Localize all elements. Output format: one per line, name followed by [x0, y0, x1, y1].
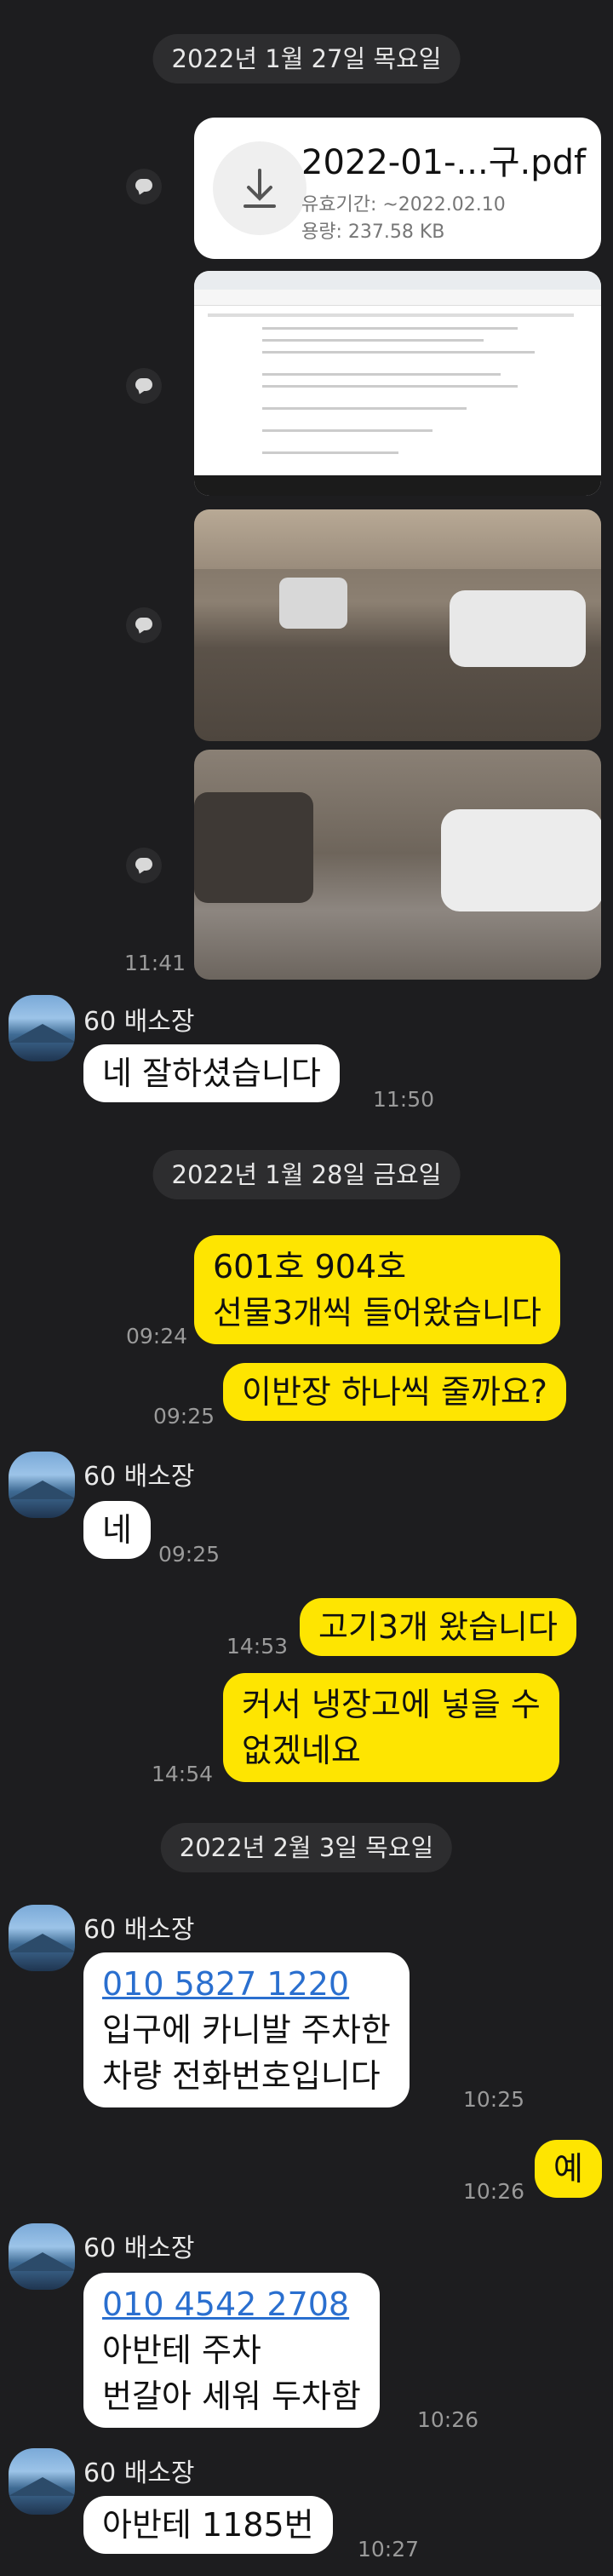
timestamp: 09:24 [126, 1324, 188, 1348]
timestamp: 11:41 [124, 951, 186, 975]
download-icon[interactable] [213, 141, 306, 235]
file-message[interactable]: 2022-01-...구.pdf 유효기간: ~2022.02.10 용량: 2… [194, 118, 601, 259]
sender-name: 60 배소장 [83, 2458, 195, 2488]
street-photo-2[interactable] [194, 750, 601, 980]
timestamp: 14:53 [226, 1634, 289, 1659]
date-divider-3: 2022년 2월 3일 목요일 [160, 1823, 453, 1872]
timestamp: 09:25 [153, 1404, 215, 1429]
message-bubble-outgoing[interactable]: 601호 904호 선물3개씩 들어왔습니다 [194, 1235, 560, 1344]
message-bubble[interactable]: 네 잘하셨습니다 [83, 1044, 340, 1102]
file-expiry: 유효기간: ~2022.02.10 [301, 194, 506, 216]
screenshot-image[interactable] [194, 271, 601, 496]
share-icon[interactable] [126, 848, 162, 883]
timestamp: 11:50 [373, 1087, 435, 1112]
sender-name: 60 배소장 [83, 2234, 195, 2263]
message-bubble-outgoing[interactable]: 이반장 하나씩 줄까요? [223, 1363, 566, 1421]
avatar[interactable] [9, 995, 75, 1061]
avatar[interactable] [9, 1452, 75, 1518]
timestamp: 10:26 [417, 2407, 479, 2432]
sender-name: 60 배소장 [83, 1462, 195, 1492]
file-size: 용량: 237.58 KB [301, 221, 445, 243]
message-bubble[interactable]: 아반테 1185번 [83, 2496, 333, 2554]
sender-name: 60 배소장 [83, 1915, 195, 1945]
timestamp: 10:27 [358, 2537, 420, 2562]
street-photo-1[interactable] [194, 509, 601, 741]
message-line: 차량 전화번호입니다 [102, 2057, 381, 2095]
share-icon[interactable] [126, 607, 162, 643]
date-divider-1: 2022년 1월 27일 목요일 [152, 34, 461, 83]
message-line: 입구에 카니발 주차한 [102, 2011, 391, 2049]
message-bubble[interactable]: 010 5827 1220 입구에 카니발 주차한 차량 전화번호입니다 [83, 1952, 410, 2107]
avatar[interactable] [9, 2223, 75, 2290]
phone-link[interactable]: 010 5827 1220 [102, 1961, 391, 2007]
message-line: 아반테 주차 [102, 2332, 261, 2369]
date-divider-2: 2022년 1월 28일 금요일 [152, 1150, 461, 1199]
timestamp: 10:25 [463, 2087, 525, 2112]
message-bubble[interactable]: 010 4542 2708 아반테 주차 번갈아 세워 두차함 [83, 2273, 380, 2428]
message-line: 번갈아 세워 두차함 [102, 2378, 361, 2415]
message-line: 선물3개씩 들어왔습니다 [213, 1294, 541, 1331]
message-line: 없겠네요 [242, 1732, 361, 1769]
avatar[interactable] [9, 1905, 75, 1971]
avatar[interactable] [9, 2448, 75, 2515]
timestamp: 14:54 [152, 1762, 214, 1786]
file-name: 2022-01-...구.pdf [301, 143, 587, 182]
share-icon[interactable] [126, 169, 162, 204]
timestamp: 09:25 [158, 1542, 221, 1567]
message-bubble-outgoing[interactable]: 고기3개 왔습니다 [300, 1598, 576, 1656]
phone-link[interactable]: 010 4542 2708 [102, 2281, 361, 2327]
share-icon[interactable] [126, 368, 162, 404]
message-bubble-outgoing[interactable]: 예 [535, 2140, 602, 2198]
message-bubble-outgoing[interactable]: 커서 냉장고에 넣을 수 없겠네요 [223, 1673, 559, 1782]
sender-name: 60 배소장 [83, 1007, 195, 1037]
message-line: 601호 904호 [213, 1248, 407, 1285]
timestamp: 10:26 [463, 2179, 525, 2204]
message-bubble[interactable]: 네 [83, 1501, 151, 1559]
message-line: 커서 냉장고에 넣을 수 [242, 1686, 541, 1723]
